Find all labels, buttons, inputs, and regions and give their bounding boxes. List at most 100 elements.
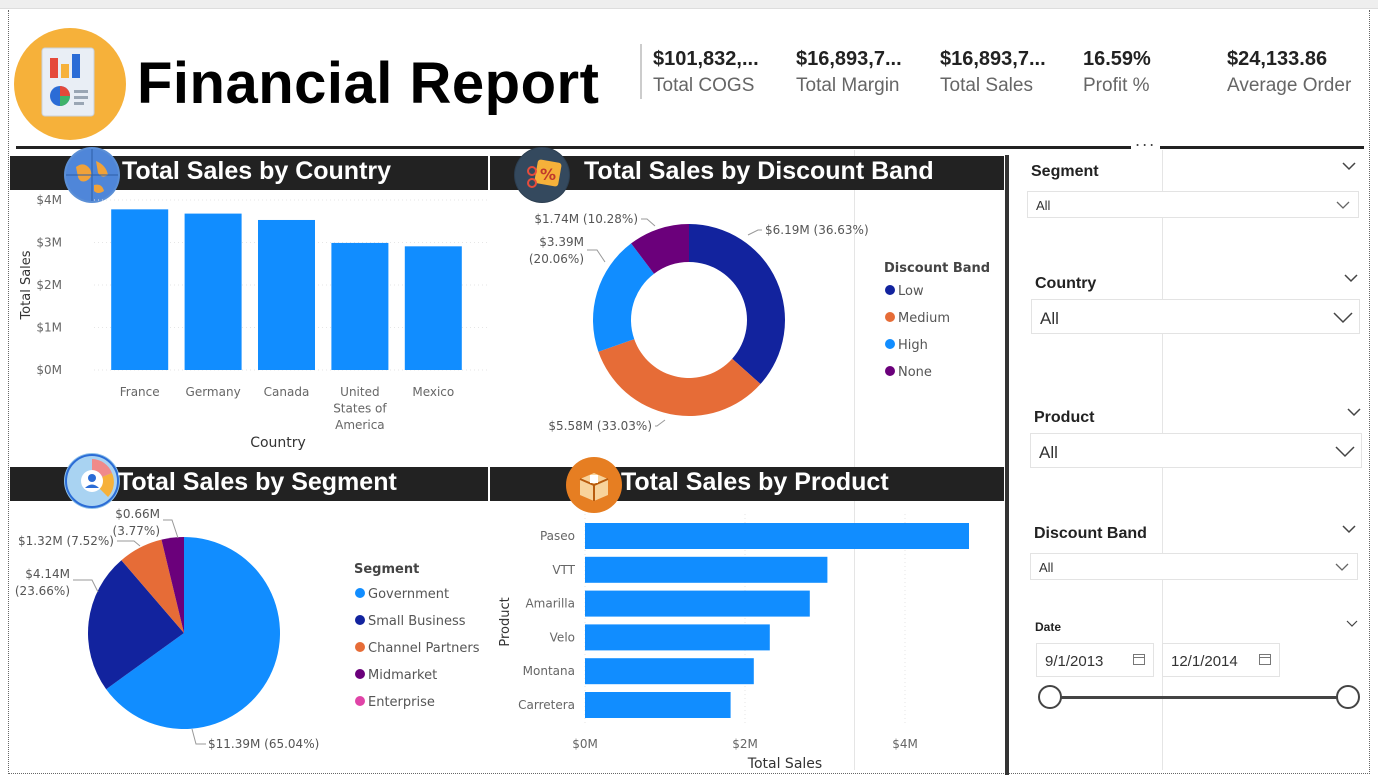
segment-dropdown-value: All	[1036, 198, 1051, 213]
kpi-value: $16,893,7...	[940, 48, 1046, 70]
leader-line	[641, 218, 656, 227]
donut-slice	[598, 339, 761, 416]
y-tick-label: Amarilla	[525, 597, 575, 611]
date-end-input[interactable]: 12/1/2014	[1162, 643, 1280, 677]
legend-marker	[885, 339, 895, 349]
header-divider	[16, 146, 1364, 149]
data-label: $5.58M (33.03%)	[548, 419, 652, 433]
bar	[585, 658, 754, 685]
leader-line	[117, 540, 141, 547]
bar	[184, 213, 242, 370]
kpi-value: $101,832,...	[653, 48, 759, 70]
donut-slice	[689, 224, 785, 385]
kpi-label: Total COGS	[653, 75, 755, 96]
leader-line	[747, 229, 762, 236]
x-axis-title: Country	[250, 435, 306, 451]
y-axis-title: Product	[498, 597, 513, 646]
date-range-track[interactable]	[1050, 696, 1348, 699]
data-label: $0.66M	[115, 507, 160, 521]
legend-label: Government	[368, 587, 449, 602]
page-title: Financial Report	[137, 51, 600, 116]
date-range-start-handle[interactable]	[1038, 685, 1062, 709]
legend-marker	[355, 696, 365, 706]
calendar-icon[interactable]	[1133, 654, 1145, 665]
discount-dropdown[interactable]: All	[1030, 553, 1358, 580]
kpi-label: Total Margin	[796, 75, 900, 96]
kpi-label: Total Sales	[940, 75, 1033, 96]
y-tick-label: Paseo	[540, 529, 575, 543]
x-tick-label: States of	[333, 402, 387, 416]
leader-line	[655, 419, 666, 427]
legend-label: Low	[898, 284, 924, 299]
kpi-label: Average Order	[1227, 75, 1352, 96]
legend-marker	[355, 615, 365, 625]
kpi-value: $24,133.86	[1227, 48, 1328, 70]
kpi-profit-percent[interactable]: 16.59% Profit %	[1083, 48, 1151, 97]
product-bar-chart: $0M $2M $4M Paseo VTT Amarilla Velo Montana Carr…	[498, 514, 969, 772]
kpi-total-sales[interactable]: $16,893,7... Total Sales	[940, 48, 1046, 97]
y-tick-label: $1M	[36, 321, 62, 335]
kpi-separator	[640, 44, 642, 99]
product-dropdown-value: All	[1039, 443, 1058, 462]
chevron-down-icon	[1335, 446, 1355, 458]
bar	[331, 242, 389, 370]
x-tick-label: Mexico	[412, 385, 454, 399]
product-dropdown[interactable]: All	[1030, 433, 1362, 468]
product-panel-title: Total Sales by Product	[621, 468, 889, 496]
y-tick-label: Carretera	[518, 698, 575, 712]
discount-slicer-title: Discount Band	[1034, 525, 1147, 542]
chevron-down-icon[interactable]	[1343, 272, 1359, 288]
kpi-value: $16,893,7...	[796, 48, 902, 70]
legend-label: Enterprise	[368, 695, 435, 710]
report-icon	[14, 28, 126, 140]
chevron-down-icon[interactable]	[1346, 406, 1362, 422]
date-slicer-title: Date	[1035, 620, 1062, 634]
segment-dropdown[interactable]: All	[1027, 191, 1359, 218]
bar	[111, 209, 169, 370]
kpi-average-order[interactable]: $24,133.86 Average Order	[1227, 48, 1351, 97]
data-label: (23.66%)	[15, 584, 70, 598]
legend-title: Segment	[354, 562, 419, 577]
date-start-value: 9/1/2013	[1045, 653, 1104, 670]
y-tick-label: Montana	[523, 664, 575, 678]
data-label: (20.06%)	[529, 252, 584, 266]
date-start-input[interactable]: 9/1/2013	[1036, 643, 1154, 677]
country-slicer-title: Country	[1035, 275, 1097, 292]
bar	[585, 523, 969, 549]
legend-marker	[885, 285, 895, 295]
segment-slicer-title: Segment	[1031, 163, 1099, 180]
chevron-down-icon	[1333, 312, 1353, 324]
country-bar-chart: $0M $1M $2M $3M $4M France Germany Canada United…	[19, 193, 488, 451]
bar	[585, 590, 810, 617]
x-tick-label: $4M	[892, 737, 918, 751]
chevron-down-icon[interactable]	[1341, 160, 1357, 176]
x-axis-title: Total Sales	[747, 756, 822, 772]
bar	[404, 246, 462, 370]
y-tick-label: $0M	[36, 363, 62, 377]
kpi-total-margin[interactable]: $16,893,7... Total Margin	[796, 48, 902, 97]
discount-panel-title: Total Sales by Discount Band	[584, 157, 934, 185]
data-label: $6.19M (36.63%)	[765, 223, 869, 237]
date-range-end-handle[interactable]	[1336, 685, 1360, 709]
segment-panel-title: Total Sales by Segment	[118, 468, 397, 496]
kpi-total-cogs[interactable]: $101,832,... Total COGS	[653, 48, 759, 97]
kpi-value: 16.59%	[1083, 48, 1151, 70]
chevron-down-icon[interactable]	[1341, 523, 1357, 539]
country-dropdown-value: All	[1040, 309, 1059, 328]
segment-pie-chart: $11.39M (65.04%) $4.14M (23.66%) $1.32M (7.…	[15, 507, 480, 751]
data-label: $11.39M (65.04%)	[208, 737, 319, 751]
leader-line	[191, 728, 206, 745]
legend-label: Medium	[898, 311, 950, 326]
data-label: $1.74M (10.28%)	[534, 212, 638, 226]
chevron-down-icon	[1335, 563, 1349, 571]
more-options-icon[interactable]: ...	[1131, 131, 1161, 150]
legend-label: Small Business	[368, 614, 466, 629]
y-tick-label: $4M	[36, 193, 62, 207]
legend-title: Discount Band	[884, 261, 990, 276]
country-dropdown[interactable]: All	[1031, 299, 1360, 334]
leader-line	[163, 519, 179, 539]
kpi-label: Profit %	[1083, 75, 1150, 96]
calendar-icon[interactable]	[1259, 654, 1271, 665]
bar	[258, 219, 315, 370]
chevron-down-icon[interactable]	[1346, 617, 1358, 633]
